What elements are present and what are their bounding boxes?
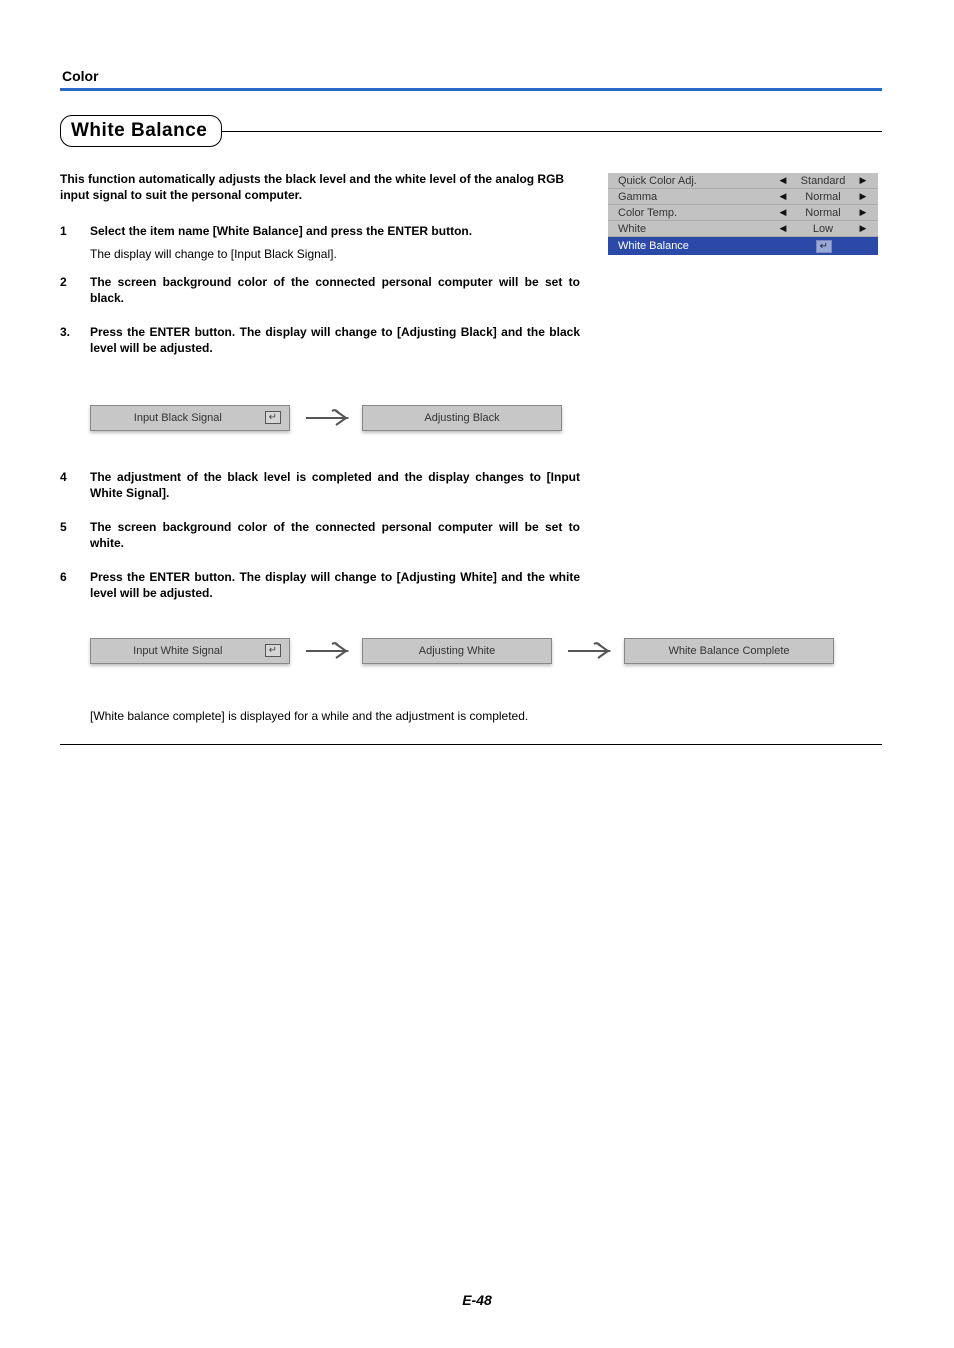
left-arrow-icon: ◀ — [774, 207, 792, 218]
flow-box-label: Input White Signal — [91, 645, 265, 657]
wb-menu-value: Normal — [792, 191, 854, 203]
flow-box-complete: White Balance Complete — [624, 638, 834, 664]
step-2: 2 The screen background color of the con… — [60, 274, 580, 312]
step-4: 4 The adjustment of the black level is c… — [60, 469, 580, 507]
left-column: This function automatically adjusts the … — [60, 171, 580, 375]
wb-menu-value: Normal — [792, 207, 854, 219]
flow-row-black: Input Black Signal ↵ Adjusting Black — [90, 405, 882, 431]
wb-menu-value: Standard — [792, 175, 854, 187]
closing-rule — [60, 744, 882, 745]
wb-menu-name: Gamma — [618, 191, 774, 203]
right-column: Quick Color Adj. ◀ Standard ▶ Gamma ◀ No… — [608, 171, 878, 375]
heading-pill: White Balance — [60, 115, 222, 147]
wb-menu: Quick Color Adj. ◀ Standard ▶ Gamma ◀ No… — [608, 173, 878, 255]
wb-menu-row-quick-color: Quick Color Adj. ◀ Standard ▶ — [608, 173, 878, 189]
step-3-title: Press the ENTER button. The display will… — [90, 324, 580, 356]
step-number: 6 — [60, 569, 74, 607]
right-arrow-icon: ▶ — [854, 175, 872, 186]
step-number: 5 — [60, 519, 74, 557]
section-header-rule — [60, 88, 882, 91]
step-number: 2 — [60, 274, 74, 312]
wb-menu-row-colortemp: Color Temp. ◀ Normal ▶ — [608, 205, 878, 221]
section-label: Color — [60, 68, 882, 84]
intro-text: This function automatically adjusts the … — [60, 171, 580, 203]
flow-box-input-white: Input White Signal ↵ — [90, 638, 290, 664]
page: Color White Balance This function automa… — [0, 0, 954, 1348]
heading-text: White Balance — [71, 120, 207, 141]
arrow-right-icon — [564, 638, 612, 664]
step-5: 5 The screen background color of the con… — [60, 519, 580, 557]
wb-menu-name: White — [618, 223, 774, 235]
final-note: [White balance complete] is displayed fo… — [90, 708, 580, 725]
right-arrow-icon: ▶ — [854, 223, 872, 234]
flow-box-input-black: Input Black Signal ↵ — [90, 405, 290, 431]
right-arrow-icon: ▶ — [854, 191, 872, 202]
flow-box-label: Adjusting White — [419, 645, 495, 657]
step-3: 3. Press the ENTER button. The display w… — [60, 324, 580, 362]
step-1-note: The display will change to [Input Black … — [90, 246, 580, 262]
flow-row-white: Input White Signal ↵ Adjusting White Whi… — [90, 638, 882, 664]
left-arrow-icon: ◀ — [774, 175, 792, 186]
wb-menu-name: White Balance — [618, 240, 816, 252]
page-number: E-48 — [0, 1292, 954, 1308]
step-number: 4 — [60, 469, 74, 507]
step-2-title: The screen background color of the conne… — [90, 274, 580, 306]
wb-menu-name: Quick Color Adj. — [618, 175, 774, 187]
step-6-title: Press the ENTER button. The display will… — [90, 569, 580, 601]
wb-menu-name: Color Temp. — [618, 207, 774, 219]
left-column-b: 4 The adjustment of the black level is c… — [60, 469, 580, 608]
flow-box-label: Input Black Signal — [91, 412, 265, 424]
heading-wrap: White Balance — [60, 115, 882, 147]
arrow-right-icon — [302, 405, 350, 431]
right-arrow-icon: ▶ — [854, 207, 872, 218]
left-arrow-icon: ◀ — [774, 223, 792, 234]
left-arrow-icon: ◀ — [774, 191, 792, 202]
step-5-title: The screen background color of the conne… — [90, 519, 580, 551]
step-1-title: Select the item name [White Balance] and… — [90, 223, 580, 239]
flow-box-label: Adjusting Black — [424, 412, 499, 424]
wb-menu-row-gamma: Gamma ◀ Normal ▶ — [608, 189, 878, 205]
step-6: 6 Press the ENTER button. The display wi… — [60, 569, 580, 607]
arrow-right-icon — [302, 638, 350, 664]
wb-menu-row-whitebalance-selected: White Balance ↵ — [608, 237, 878, 255]
step-4-title: The adjustment of the black level is com… — [90, 469, 580, 501]
wb-menu-row-white: White ◀ Low ▶ — [608, 221, 878, 237]
flow-box-adjusting-black: Adjusting Black — [362, 405, 562, 431]
enter-icon: ↵ — [265, 644, 281, 657]
step-number: 1 — [60, 223, 74, 261]
two-column-layout: This function automatically adjusts the … — [60, 171, 882, 375]
flow-box-label: White Balance Complete — [668, 645, 789, 657]
step-number: 3. — [60, 324, 74, 362]
enter-icon: ↵ — [816, 240, 832, 253]
enter-icon: ↵ — [265, 411, 281, 424]
flow-box-adjusting-white: Adjusting White — [362, 638, 552, 664]
step-1: 1 Select the item name [White Balance] a… — [60, 223, 580, 261]
wb-menu-value: Low — [792, 223, 854, 235]
